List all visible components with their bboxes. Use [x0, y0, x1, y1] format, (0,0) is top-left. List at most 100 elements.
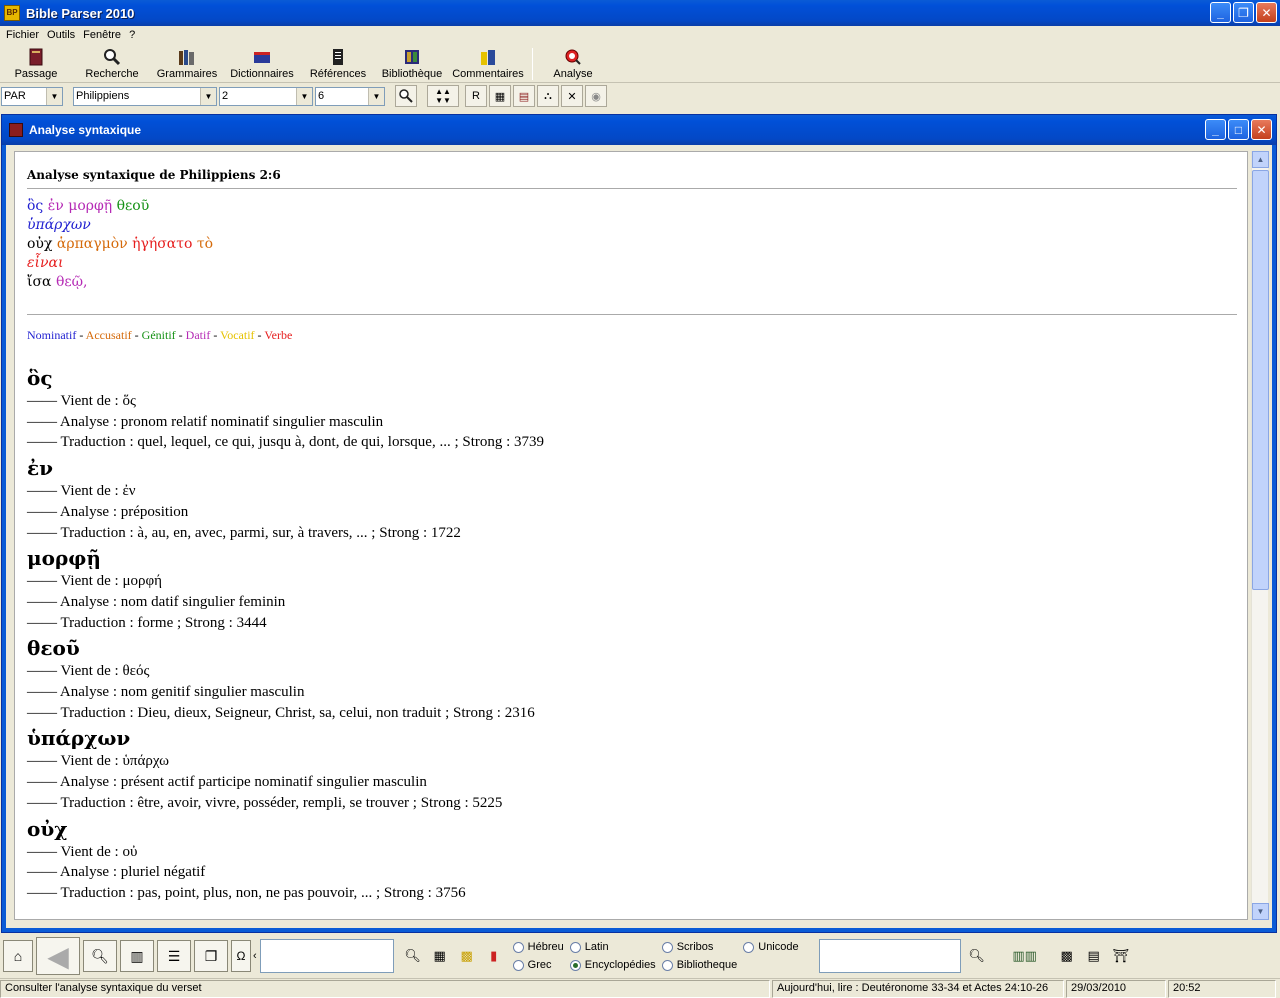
entry-vient-de: —— Vient de : θεός: [27, 663, 150, 680]
verse-word[interactable]: ἡγήσατο: [132, 236, 192, 252]
tree-icon-button[interactable]: ⛬: [537, 85, 559, 107]
audio-icon-button[interactable]: ◉: [585, 85, 607, 107]
radio-dot[interactable]: [569, 941, 581, 953]
radio-dot[interactable]: [512, 959, 524, 971]
main-toolbar: Passage Recherche Grammaires Dictionnair…: [0, 45, 1280, 83]
magnifier-icon: [399, 89, 413, 103]
grammaires-button[interactable]: Grammaires: [152, 45, 222, 83]
selector-toolbar: PAR ▼ Philippiens ▼ 2 ▼ 6 ▼ ▲▲ ▼▼ R ▦ ▤ ⛬…: [0, 84, 1280, 108]
home-button[interactable]: ⌂: [3, 940, 33, 972]
layout-rows-button[interactable]: ☰: [157, 940, 191, 972]
radio-latin[interactable]: Latin: [569, 941, 656, 953]
commentaires-button[interactable]: Commentaires: [450, 45, 526, 83]
menu-fichier[interactable]: Fichier: [2, 29, 43, 41]
layout-windows-button[interactable]: ❐: [194, 940, 228, 972]
legend-datif: Datif: [185, 328, 211, 342]
restore-button[interactable]: ❐: [1233, 2, 1254, 23]
child-minimize-button[interactable]: _: [1205, 119, 1226, 140]
encyclopedia-search-input[interactable]: [818, 939, 961, 973]
chevron-left-icon[interactable]: ‹: [253, 950, 257, 962]
verse-word[interactable]: μορφῇ: [68, 198, 112, 214]
radio-dot-selected[interactable]: [569, 959, 581, 971]
main-title-bar[interactable]: BP Bible Parser 2010 _ ❐ ✕: [0, 0, 1280, 26]
chevron-down-icon[interactable]: ▼: [200, 87, 216, 105]
version-select[interactable]: PAR ▼: [1, 86, 63, 106]
close-button[interactable]: ✕: [1256, 2, 1277, 23]
verse-word[interactable]: ἴσα: [27, 274, 52, 290]
child-close-button[interactable]: ✕: [1251, 119, 1272, 140]
puzzle-button[interactable]: ▩: [456, 945, 478, 967]
verse-word[interactable]: θεοῦ: [117, 198, 150, 214]
radio-bibliotheque[interactable]: Bibliotheque: [661, 959, 737, 971]
minimize-button[interactable]: _: [1210, 2, 1231, 23]
search-button[interactable]: 🔍︎: [402, 945, 424, 967]
analyse-button[interactable]: Analyse: [539, 45, 607, 83]
omega-icon: Ω: [236, 949, 246, 963]
chevron-down-icon[interactable]: ▼: [368, 87, 384, 105]
entry-vient-de: —— Vient de : ὅς: [27, 393, 136, 409]
child-title-bar[interactable]: Analyse syntaxique _ □ ✕: [2, 115, 1276, 145]
radio-dot[interactable]: [661, 959, 673, 971]
magnifier-icon: 🔍︎: [91, 947, 109, 964]
grid-button[interactable]: ▦: [429, 945, 451, 967]
omega-button[interactable]: Ω: [231, 940, 251, 972]
recherche-button[interactable]: Recherche: [72, 45, 152, 83]
menu-fenetre[interactable]: Fenêtre: [79, 29, 125, 41]
radio-dot[interactable]: [743, 941, 755, 953]
verse-stepper[interactable]: ▲▲ ▼▼: [427, 85, 459, 107]
search-input[interactable]: [259, 939, 394, 973]
encyclopedia-search-button[interactable]: 🔍︎: [966, 945, 988, 967]
radio-dot[interactable]: [512, 941, 524, 953]
chevron-down-icon[interactable]: ▼: [296, 87, 312, 105]
layout-columns-button[interactable]: ▥: [120, 940, 154, 972]
temple-icon: ⛩: [1112, 948, 1129, 963]
r-button[interactable]: R: [465, 85, 487, 107]
radio-encyclopedies[interactable]: Encyclopédies: [569, 959, 656, 971]
scroll-thumb[interactable]: [1252, 170, 1269, 590]
menu-help[interactable]: ?: [125, 29, 139, 41]
stats-button[interactable]: ▮: [483, 945, 505, 967]
back-arrow-icon: ◀: [47, 940, 69, 972]
child-body: Analyse syntaxique de Philippiens 2:6 ὃς…: [6, 145, 1272, 928]
compare-icon-button[interactable]: ▦: [489, 85, 511, 107]
back-button[interactable]: ◀: [36, 937, 80, 975]
verse-word[interactable]: ὑπάρχων: [27, 217, 91, 233]
entry-word: ὃς: [27, 366, 53, 390]
radio-hebreu[interactable]: Hébreu: [512, 941, 564, 953]
dictionnaires-button[interactable]: Dictionnaires: [222, 45, 302, 83]
app-title: Bible Parser 2010: [26, 5, 135, 21]
radio-unicode[interactable]: Unicode: [743, 941, 799, 953]
scroll-up-icon[interactable]: ▲: [1252, 151, 1269, 168]
bar-chart-icon: ▮: [490, 948, 498, 963]
menu-outils[interactable]: Outils: [43, 29, 79, 41]
verse-word[interactable]: εἶναι: [27, 255, 63, 271]
tools-icon-button[interactable]: ✕: [561, 85, 583, 107]
books-icon-button[interactable]: ▤: [513, 85, 535, 107]
vertical-scrollbar[interactable]: ▲ ▼: [1251, 151, 1269, 920]
temple-button[interactable]: ⛩: [1110, 945, 1132, 967]
library-button[interactable]: ▥▥: [1002, 945, 1048, 967]
verse-word[interactable]: οὐχ: [27, 236, 52, 252]
radio-scribos[interactable]: Scribos: [661, 941, 738, 953]
chapter-select[interactable]: 2 ▼: [219, 86, 313, 106]
go-search-button[interactable]: [395, 85, 417, 107]
book-select[interactable]: Philippiens ▼: [73, 86, 217, 106]
verse-word[interactable]: θεῷ,: [56, 274, 88, 290]
verse-word[interactable]: τὸ: [197, 236, 213, 252]
chevron-down-icon[interactable]: ▼: [46, 87, 62, 105]
passage-button[interactable]: Passage: [0, 45, 72, 83]
verse-word[interactable]: ἐν: [48, 198, 64, 214]
hebrew-text-button[interactable]: ▤: [1083, 945, 1105, 967]
bibliotheque-button[interactable]: Bibliothèque: [374, 45, 450, 83]
verse-word[interactable]: ὃς: [27, 198, 43, 214]
scroll-down-icon[interactable]: ▼: [1252, 903, 1269, 920]
verse-word[interactable]: ἁρπαγμὸν: [57, 236, 128, 252]
analysis-icon: [564, 48, 582, 66]
verse-select[interactable]: 6 ▼: [315, 86, 385, 106]
references-button[interactable]: Références: [302, 45, 374, 83]
zoom-button[interactable]: 🔍︎: [83, 940, 117, 972]
child-maximize-button[interactable]: □: [1228, 119, 1249, 140]
map-button[interactable]: ▩: [1056, 945, 1078, 967]
radio-grec[interactable]: Grec: [512, 959, 564, 971]
radio-dot[interactable]: [661, 941, 673, 953]
